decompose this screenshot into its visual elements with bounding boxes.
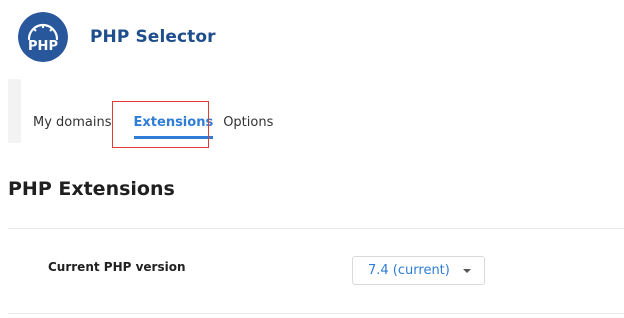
divider-top [8, 228, 624, 229]
app-title: PHP Selector [90, 27, 216, 47]
active-tab-highlight-box [112, 101, 209, 148]
php-version-select[interactable]: 7.4 (current) [352, 256, 485, 285]
tabbar-accent [8, 79, 21, 143]
chevron-down-icon [463, 269, 471, 273]
tab-options[interactable]: Options [223, 104, 273, 144]
php-logo: PHP [18, 12, 68, 62]
divider-bottom [8, 313, 624, 314]
php-version-label: Current PHP version [48, 260, 186, 274]
section-title: PHP Extensions [8, 178, 175, 200]
logo-text: PHP [28, 39, 58, 54]
php-version-value: 7.4 (current) [368, 263, 450, 278]
tab-bar: My domains Extensions Options [33, 101, 273, 148]
app-header: PHP PHP Selector [18, 12, 216, 62]
php-logo-icon: PHP [18, 12, 68, 62]
